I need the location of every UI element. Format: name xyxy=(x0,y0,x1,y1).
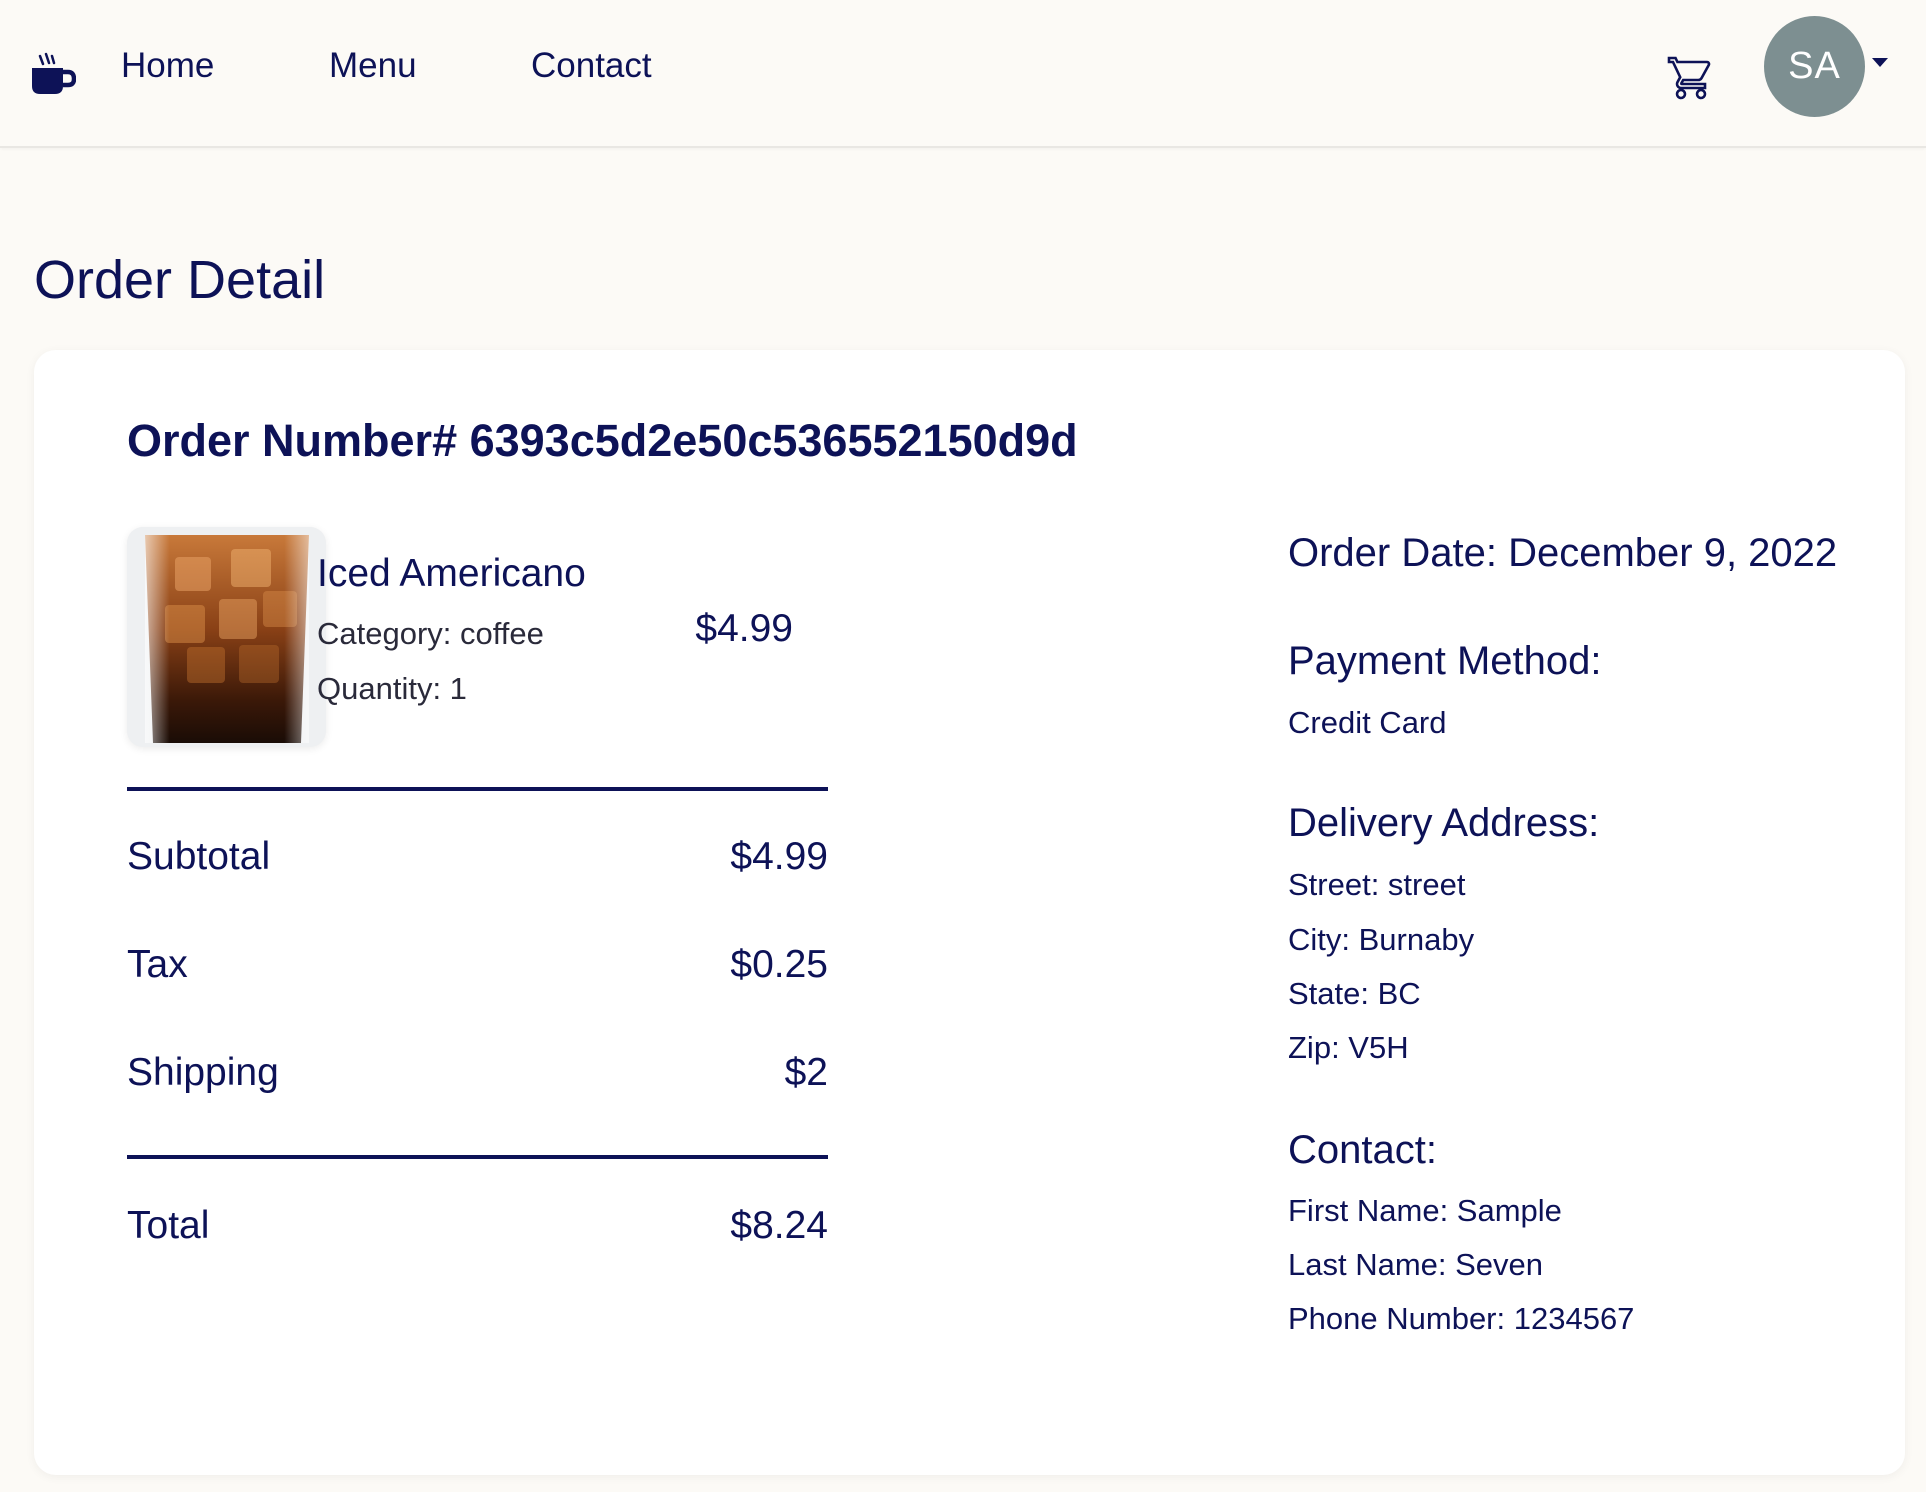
order-number: Order Number# 6393c5d2e50c536552150d9d xyxy=(127,415,1078,466)
divider xyxy=(127,787,828,791)
contact-heading: Contact: xyxy=(1288,1128,1437,1172)
shopping-cart-icon[interactable] xyxy=(1667,54,1715,102)
item-image xyxy=(127,527,326,747)
nav-link-home[interactable]: Home xyxy=(121,44,214,88)
nav-link-menu[interactable]: Menu xyxy=(329,44,417,88)
address-street: Street: street xyxy=(1288,867,1466,902)
subtotal-label: Subtotal xyxy=(127,835,271,878)
address-state: State: BC xyxy=(1288,976,1421,1011)
contact-last-name: Last Name: Seven xyxy=(1288,1247,1544,1282)
caret-down-icon[interactable] xyxy=(1872,58,1888,67)
shipping-value: $2 xyxy=(784,1051,828,1094)
contact-phone-number: Phone Number: 1234567 xyxy=(1288,1301,1635,1336)
total-label: Total xyxy=(127,1204,210,1247)
order-detail-card: Order Number# 6393c5d2e50c536552150d9d I… xyxy=(34,350,1905,1475)
payment-method-value: Credit Card xyxy=(1288,705,1447,740)
top-navbar: Home Menu Contact SA xyxy=(0,0,1926,148)
divider xyxy=(127,1155,828,1159)
tax-value: $0.25 xyxy=(730,943,828,986)
tax-label: Tax xyxy=(127,943,188,986)
page-title: Order Detail xyxy=(34,250,326,310)
address-zip: Zip: V5H xyxy=(1288,1030,1409,1065)
item-category: Category: coffee xyxy=(317,616,544,651)
item-quantity: Quantity: 1 xyxy=(317,671,467,706)
user-avatar[interactable]: SA xyxy=(1764,16,1865,117)
subtotal-value: $4.99 xyxy=(730,835,828,878)
total-value: $8.24 xyxy=(730,1204,828,1247)
contact-first-name: First Name: Sample xyxy=(1288,1193,1562,1228)
nav-link-contact[interactable]: Contact xyxy=(531,44,652,88)
payment-method-heading: Payment Method: xyxy=(1288,639,1602,683)
address-city: City: Burnaby xyxy=(1288,922,1475,957)
shipping-label: Shipping xyxy=(127,1051,279,1094)
item-price: $4.99 xyxy=(695,607,793,650)
order-date: Order Date: December 9, 2022 xyxy=(1288,531,1838,575)
iced-americano-image xyxy=(127,527,326,747)
item-name: Iced Americano xyxy=(317,552,586,595)
coffee-cup-icon[interactable] xyxy=(30,52,76,98)
delivery-address-heading: Delivery Address: xyxy=(1288,801,1600,845)
